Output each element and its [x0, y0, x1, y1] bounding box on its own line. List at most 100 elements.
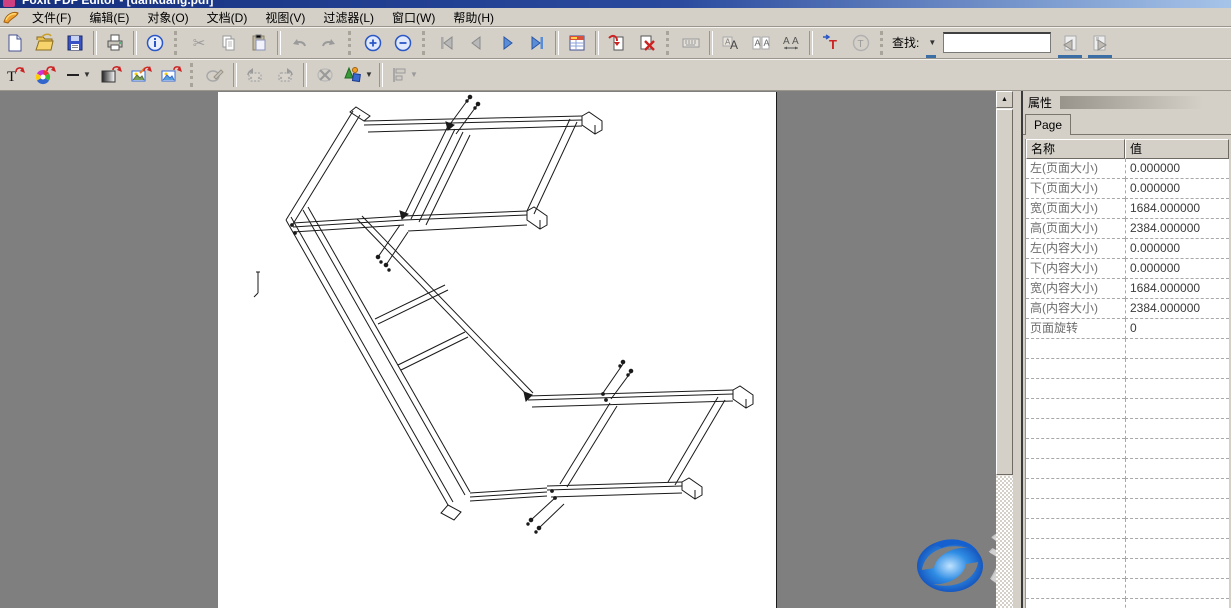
first-page-button[interactable] — [433, 30, 461, 56]
pdf-page[interactable] — [218, 92, 777, 608]
next-page-button[interactable] — [493, 30, 521, 56]
rotate-right-button[interactable] — [271, 62, 299, 88]
insert-shape-button[interactable]: ▼ — [341, 62, 375, 88]
value-column-header[interactable]: 值 — [1125, 139, 1229, 159]
delete-object-button[interactable] — [311, 62, 339, 88]
previous-page-icon — [467, 33, 487, 53]
save-button[interactable] — [61, 30, 89, 56]
table-row[interactable]: 页面旋转0 — [1026, 319, 1229, 339]
toolbar-separator — [379, 63, 383, 87]
property-name: 下(页面大小) — [1026, 179, 1125, 199]
undo-button[interactable] — [285, 30, 313, 56]
find-previous-button[interactable] — [1056, 30, 1084, 56]
name-column-header[interactable]: 名称 — [1026, 139, 1125, 159]
property-value[interactable]: 0.000000 — [1125, 239, 1229, 259]
table-row[interactable]: 左(页面大小)0.000000 — [1026, 159, 1229, 179]
insert-text-button[interactable]: T — [817, 30, 845, 56]
keyboard-button[interactable] — [677, 30, 705, 56]
menu-filter[interactable]: 过滤器(L) — [314, 8, 383, 27]
property-value[interactable]: 2384.000000 — [1125, 219, 1229, 239]
property-value[interactable]: 1684.000000 — [1125, 199, 1229, 219]
properties-filler-rows — [1026, 339, 1229, 608]
panel-splitter[interactable] — [1013, 91, 1021, 608]
new-document-button[interactable] — [1, 30, 29, 56]
align-objects-button[interactable]: ▼ — [387, 62, 421, 88]
property-name: 高(页面大小) — [1026, 219, 1125, 239]
document-menu-icon[interactable] — [2, 9, 20, 25]
add-image-button[interactable] — [157, 62, 185, 88]
property-value[interactable]: 0 — [1125, 319, 1229, 339]
document-info-button[interactable] — [141, 30, 169, 56]
menu-window[interactable]: 窗口(W) — [383, 8, 444, 27]
text-mode-button[interactable]: T — [847, 30, 875, 56]
rotate-left-button[interactable] — [241, 62, 269, 88]
delete-page-button[interactable] — [633, 30, 661, 56]
table-row[interactable]: 下(页面大小)0.000000 — [1026, 179, 1229, 199]
svg-text:A: A — [755, 38, 761, 48]
copy-button[interactable] — [215, 30, 243, 56]
print-button[interactable] — [101, 30, 129, 56]
toolbar-standard: ✂ AA AA AA T T 查找: ▼ — [0, 27, 1231, 59]
menu-object[interactable]: 对象(O) — [138, 8, 197, 27]
document-canvas[interactable]: 泽网 — [0, 91, 996, 608]
last-page-button[interactable] — [523, 30, 551, 56]
zoom-out-button[interactable] — [389, 30, 417, 56]
property-value[interactable]: 0.000000 — [1125, 159, 1229, 179]
letter-spacing-button[interactable]: AA — [777, 30, 805, 56]
scroll-up-button[interactable]: ▲ — [996, 91, 1013, 108]
open-file-button[interactable] — [31, 30, 59, 56]
add-text-object-button[interactable]: T — [1, 62, 29, 88]
cut-button[interactable]: ✂ — [185, 30, 213, 56]
scrollbar-track[interactable] — [996, 476, 1013, 608]
zoom-in-button[interactable] — [359, 30, 387, 56]
new-document-icon — [5, 33, 25, 53]
property-value[interactable]: 1684.000000 — [1125, 279, 1229, 299]
scissors-icon: ✂ — [193, 34, 206, 52]
table-row[interactable]: 左(内容大小)0.000000 — [1026, 239, 1229, 259]
find-options-dropdown[interactable]: ▼ — [924, 30, 938, 56]
find-next-icon — [1090, 33, 1110, 53]
table-row[interactable]: 高(内容大小)2384.000000 — [1026, 299, 1229, 319]
menu-help[interactable]: 帮助(H) — [444, 8, 503, 27]
toolbar-separator — [809, 31, 813, 55]
paste-button[interactable] — [245, 30, 273, 56]
previous-page-button[interactable] — [463, 30, 491, 56]
menu-view[interactable]: 视图(V) — [256, 8, 314, 27]
toolbar-gripper — [348, 31, 354, 55]
property-value[interactable]: 2384.000000 — [1125, 299, 1229, 319]
add-color-object-button[interactable] — [31, 62, 59, 88]
line-tool-button[interactable]: ▼ — [61, 62, 95, 88]
toolbar-gripper — [422, 31, 428, 55]
find-next-button[interactable] — [1086, 30, 1114, 56]
menu-file[interactable]: 文件(F) — [23, 8, 80, 27]
tab-page[interactable]: Page — [1025, 114, 1071, 135]
svg-text:A: A — [792, 36, 799, 47]
table-row[interactable]: 宽(页面大小)1684.000000 — [1026, 199, 1229, 219]
menu-document[interactable]: 文档(D) — [198, 8, 257, 27]
font-size-button[interactable]: AA — [747, 30, 775, 56]
property-value[interactable]: 0.000000 — [1125, 259, 1229, 279]
next-page-icon — [497, 33, 517, 53]
table-row[interactable]: 高(页面大小)2384.000000 — [1026, 219, 1229, 239]
chevron-down-icon: ▼ — [83, 70, 91, 79]
menu-edit[interactable]: 编辑(E) — [80, 8, 138, 27]
table-row[interactable]: 宽(内容大小)1684.000000 — [1026, 279, 1229, 299]
table-row[interactable]: 下(内容大小)0.000000 — [1026, 259, 1229, 279]
text-circle-icon: T — [851, 33, 871, 53]
property-value[interactable]: 0.000000 — [1125, 179, 1229, 199]
toolbar-separator — [133, 31, 137, 55]
add-shading-button[interactable] — [97, 62, 125, 88]
insert-page-button[interactable] — [603, 30, 631, 56]
chevron-down-icon: ▼ — [928, 38, 936, 47]
save-floppy-icon — [65, 33, 85, 53]
redo-button[interactable] — [315, 30, 343, 56]
edit-object-button[interactable] — [201, 62, 229, 88]
scrollbar-thumb[interactable] — [996, 109, 1013, 475]
panel-title: 属性 — [1028, 94, 1052, 111]
toolbar-separator — [233, 63, 237, 87]
panel-tab-strip: Page — [1023, 113, 1231, 135]
find-input[interactable] — [943, 32, 1051, 53]
edit-image-button[interactable] — [127, 62, 155, 88]
font-replace-button[interactable]: AA — [717, 30, 745, 56]
page-layout-button[interactable] — [563, 30, 591, 56]
